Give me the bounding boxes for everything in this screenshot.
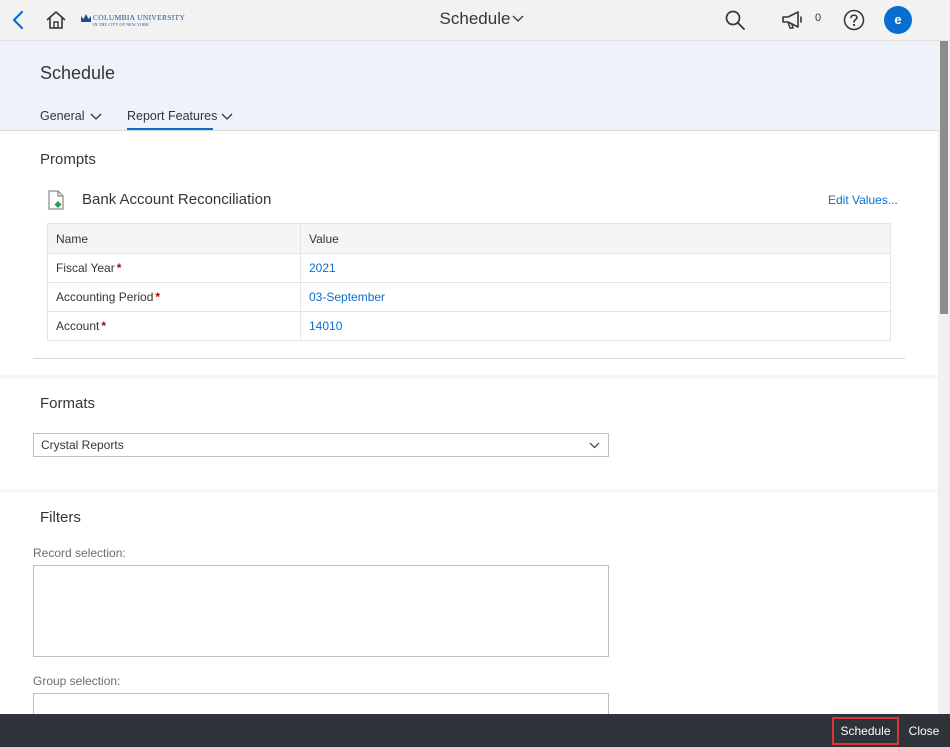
column-header-name: Name xyxy=(47,223,301,254)
megaphone-icon[interactable] xyxy=(780,9,806,31)
chevron-down-icon xyxy=(90,113,102,120)
back-icon[interactable] xyxy=(8,8,30,32)
prompt-value[interactable]: 03-September xyxy=(300,282,891,312)
format-selected-value: Crystal Reports xyxy=(41,438,124,452)
required-marker: * xyxy=(116,261,122,275)
page-content[interactable]: Prompts Bank Account Reconciliation Edit… xyxy=(0,131,938,714)
tab-label: Report Features xyxy=(127,109,218,123)
tab-report-features[interactable]: Report Features xyxy=(127,109,235,131)
group-selection-label: Group selection: xyxy=(33,674,121,688)
prompt-name: Fiscal Year xyxy=(56,261,115,275)
report-name: Bank Account Reconciliation xyxy=(82,191,272,208)
section-divider xyxy=(33,358,905,359)
record-selection-label: Record selection: xyxy=(33,546,126,560)
close-button[interactable]: Close xyxy=(904,718,944,744)
prompts-table: Name Value Fiscal Year * 2021 Accounting … xyxy=(47,223,891,341)
avatar[interactable]: e xyxy=(884,6,912,34)
crown-icon xyxy=(81,14,91,22)
filters-title: Filters xyxy=(40,509,81,526)
prompt-value[interactable]: 2021 xyxy=(300,253,891,283)
column-header-value: Value xyxy=(300,223,891,254)
edit-values-link[interactable]: Edit Values... xyxy=(828,193,898,207)
tab-label: General xyxy=(40,109,85,123)
logo-subtitle: IN THE CITY OF NEW YORK xyxy=(93,22,150,27)
chevron-down-icon xyxy=(589,442,600,449)
formats-section: Formats Crystal Reports xyxy=(0,379,938,489)
table-row[interactable]: Accounting Period * 03-September xyxy=(47,282,891,312)
prompt-name-cell: Accounting Period * xyxy=(47,282,301,312)
notification-count: 0 xyxy=(815,12,822,24)
table-row[interactable]: Fiscal Year * 2021 xyxy=(47,253,891,283)
group-selection-textarea[interactable] xyxy=(33,693,609,714)
object-page-header: Schedule General Report Features xyxy=(0,41,938,131)
prompt-name: Account xyxy=(56,319,100,333)
record-selection-textarea[interactable] xyxy=(33,565,609,657)
home-icon[interactable] xyxy=(45,9,67,31)
footer-toolbar: Schedule Close xyxy=(0,714,950,747)
report-document-icon xyxy=(48,190,64,210)
required-marker: * xyxy=(155,290,161,304)
required-marker: * xyxy=(101,319,107,333)
filters-section: Filters Record selection: Group selectio… xyxy=(0,493,938,714)
search-icon[interactable] xyxy=(724,9,746,31)
prompts-section: Prompts Bank Account Reconciliation Edit… xyxy=(0,131,938,375)
schedule-button[interactable]: Schedule xyxy=(832,717,899,745)
prompts-title: Prompts xyxy=(40,151,96,168)
page-title: Schedule xyxy=(40,63,116,83)
chevron-down-icon xyxy=(512,15,524,22)
chevron-down-icon xyxy=(221,113,233,120)
formats-title: Formats xyxy=(40,395,96,412)
format-select[interactable]: Crystal Reports xyxy=(33,433,609,457)
table-header-row: Name Value xyxy=(47,223,891,254)
prompt-value[interactable]: 14010 xyxy=(300,311,891,341)
help-icon[interactable] xyxy=(843,9,865,31)
prompt-name-cell: Fiscal Year * xyxy=(47,253,301,283)
prompt-name-cell: Account * xyxy=(47,311,301,341)
scrollbar-thumb[interactable] xyxy=(940,41,948,314)
logo-name: COLUMBIA UNIVERSITY xyxy=(93,13,186,22)
prompt-name: Accounting Period xyxy=(56,290,154,304)
university-logo[interactable]: COLUMBIA UNIVERSITY IN THE CITY OF NEW Y… xyxy=(81,12,185,30)
shell-bar: COLUMBIA UNIVERSITY IN THE CITY OF NEW Y… xyxy=(0,0,950,41)
table-row[interactable]: Account * 14010 xyxy=(47,311,891,341)
tab-general[interactable]: General xyxy=(40,109,104,131)
